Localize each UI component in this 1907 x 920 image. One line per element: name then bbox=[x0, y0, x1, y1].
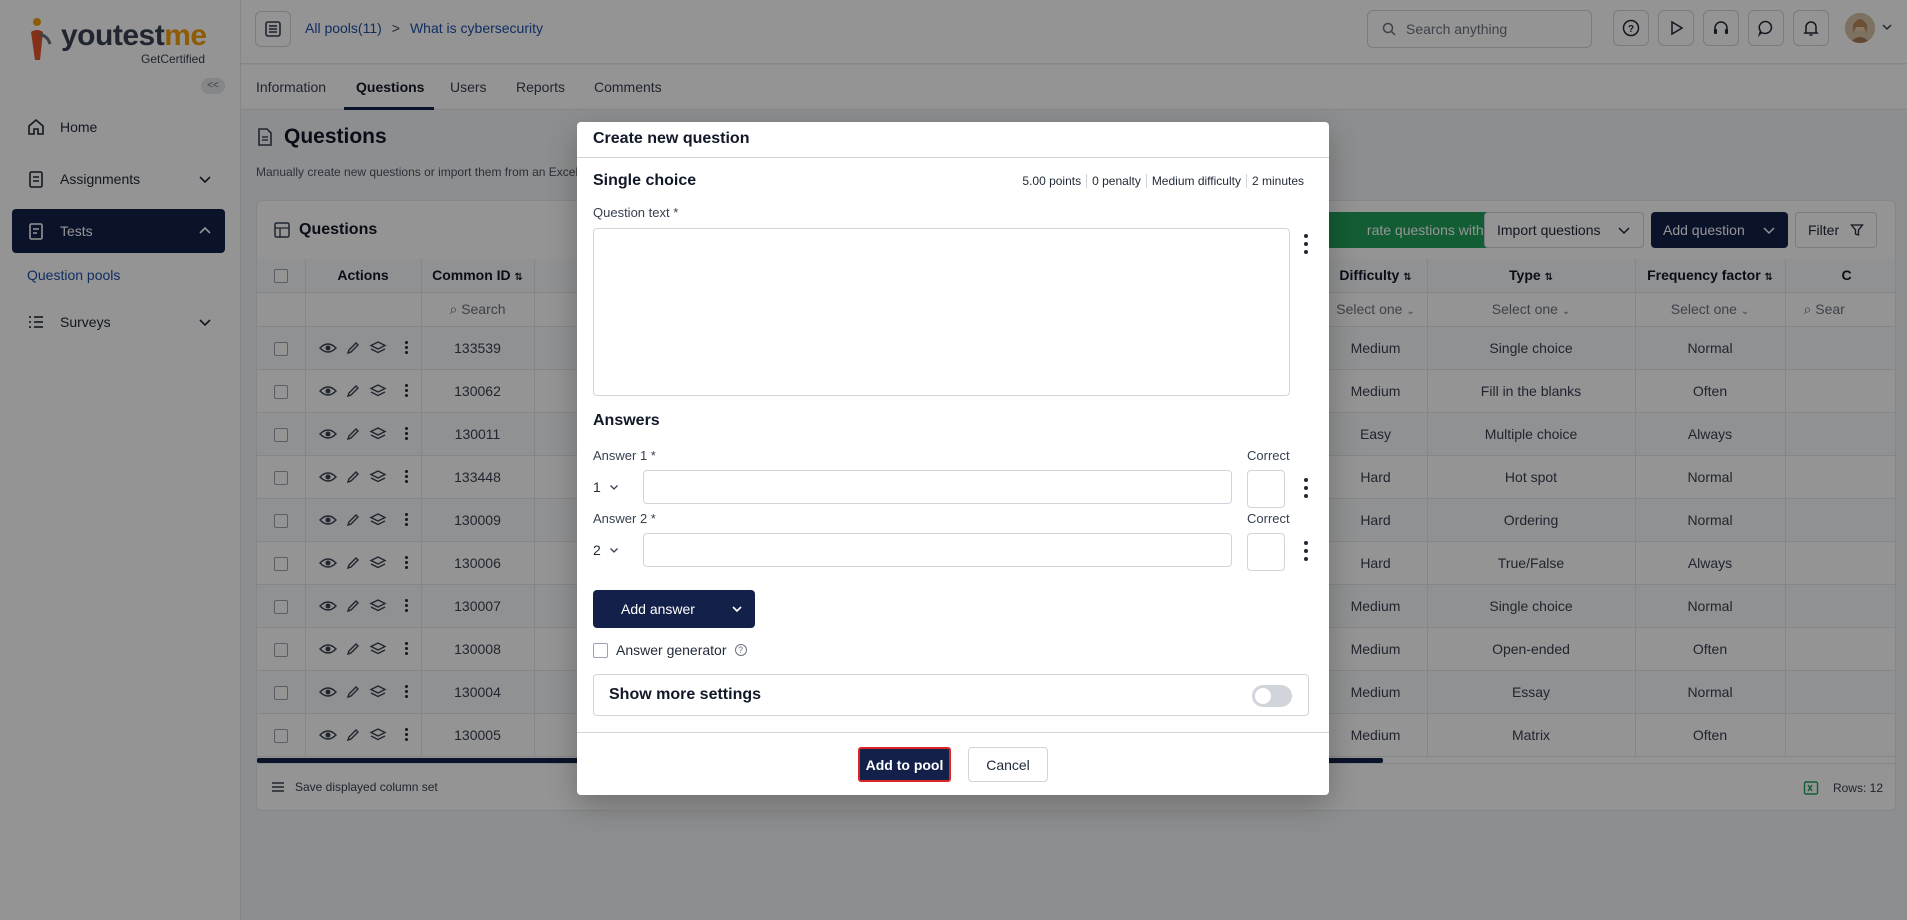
show-more-settings[interactable]: Show more settings bbox=[593, 674, 1309, 716]
answer-1-correct-checkbox[interactable] bbox=[1247, 470, 1285, 508]
cancel-button[interactable]: Cancel bbox=[968, 747, 1048, 782]
answer-order-select[interactable]: 2 bbox=[593, 542, 619, 558]
create-question-dialog: Create new question Single choice 5.00 p… bbox=[577, 122, 1329, 795]
question-options-icon[interactable] bbox=[1303, 234, 1309, 254]
meta-time: 2 minutes bbox=[1245, 174, 1309, 188]
answer-order-value: 1 bbox=[593, 479, 601, 495]
divider bbox=[577, 157, 1329, 158]
show-more-label: Show more settings bbox=[609, 686, 762, 703]
meta-difficulty: Medium difficulty bbox=[1145, 174, 1246, 188]
answer-generator-label: Answer generator bbox=[616, 642, 727, 658]
show-more-toggle[interactable] bbox=[1252, 685, 1292, 707]
answer-generator-row: Answer generator ? bbox=[593, 642, 747, 658]
info-icon[interactable]: ? bbox=[734, 644, 747, 656]
add-answer-button[interactable]: Add answer bbox=[593, 590, 755, 628]
chevron-down-icon bbox=[609, 485, 618, 490]
answer-order-select[interactable]: 1 bbox=[593, 479, 619, 495]
answer-2-input[interactable] bbox=[643, 533, 1232, 567]
question-text-label: Question text * bbox=[593, 205, 679, 220]
dialog-footer: Add to pool Cancel bbox=[577, 732, 1329, 795]
answer-order-value: 2 bbox=[593, 542, 601, 558]
answer-label: Answer 1 * bbox=[593, 448, 656, 463]
answer-1-options-icon[interactable] bbox=[1303, 478, 1309, 498]
chevron-down-icon bbox=[609, 548, 618, 553]
answer-label: Answer 2 * bbox=[593, 511, 656, 526]
correct-label: Correct bbox=[1247, 511, 1290, 526]
meta-penalty: 0 penalty bbox=[1086, 174, 1146, 188]
answer-2-options-icon[interactable] bbox=[1303, 541, 1309, 561]
toggle-knob bbox=[1255, 688, 1271, 704]
add-answer-label: Add answer bbox=[621, 601, 695, 617]
answer-1-input[interactable] bbox=[643, 470, 1232, 504]
chevron-down-icon bbox=[732, 606, 742, 613]
correct-label: Correct bbox=[1247, 448, 1290, 463]
dialog-title: Create new question bbox=[593, 130, 750, 147]
meta-points: 5.00 points bbox=[1022, 174, 1082, 188]
answer-generator-checkbox[interactable] bbox=[593, 642, 608, 658]
question-text-editor[interactable] bbox=[593, 228, 1290, 396]
answer-2-correct-checkbox[interactable] bbox=[1247, 533, 1285, 571]
answers-heading: Answers bbox=[593, 412, 660, 429]
add-to-pool-button[interactable]: Add to pool bbox=[858, 747, 951, 782]
add-answer-dropdown[interactable] bbox=[719, 603, 755, 615]
question-meta: 5.00 points 0 penalty Medium difficulty … bbox=[1017, 174, 1309, 188]
question-type: Single choice bbox=[593, 172, 697, 189]
